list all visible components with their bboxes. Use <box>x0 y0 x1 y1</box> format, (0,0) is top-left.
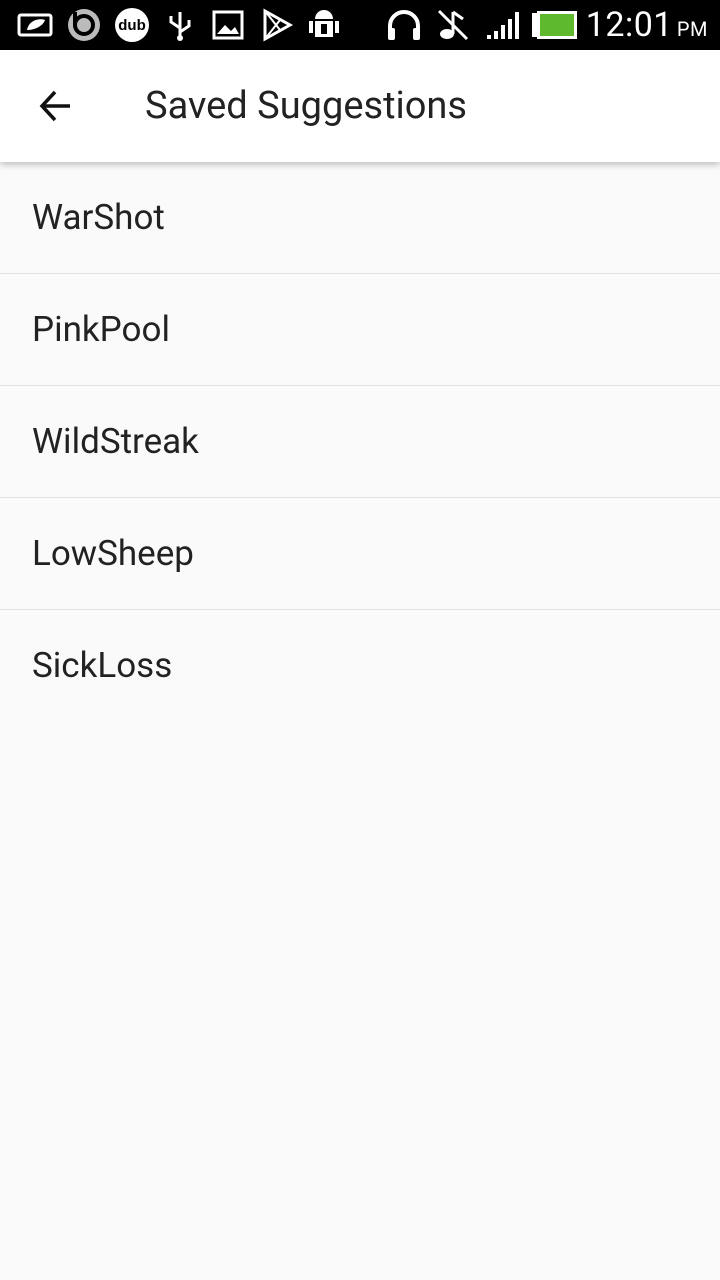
battery-icon <box>530 8 580 42</box>
signal-icon <box>484 8 522 42</box>
page-title: Saved Suggestions <box>145 84 468 128</box>
status-time: 12:01 PM <box>586 0 708 50</box>
list-item[interactable]: WarShot <box>0 162 720 274</box>
music-muted-icon <box>434 8 472 42</box>
play-store-icon <box>258 8 296 42</box>
app-bar: Saved Suggestions <box>0 50 720 162</box>
back-button[interactable] <box>26 78 86 134</box>
list-item[interactable]: PinkPool <box>0 274 720 386</box>
android-debug-icon <box>306 8 342 42</box>
headphones-icon <box>384 8 424 42</box>
list-item[interactable]: LowSheep <box>0 498 720 610</box>
gallery-icon <box>210 8 246 42</box>
ampm-text: PM <box>676 17 708 41</box>
time-text: 12:01 <box>585 5 673 45</box>
arrow-back-icon <box>39 90 70 122</box>
photo-frame-icon <box>14 8 56 42</box>
status-bar: dub 12:01 PM <box>0 0 720 50</box>
svg-text:dub: dub <box>118 17 146 34</box>
list-item[interactable]: SickLoss <box>0 610 720 721</box>
dub-icon: dub <box>110 8 154 42</box>
suggestions-list: WarShot PinkPool WildStreak LowSheep Sic… <box>0 162 720 721</box>
usb-icon <box>164 8 196 42</box>
list-item[interactable]: WildStreak <box>0 386 720 498</box>
beats-icon <box>64 8 104 42</box>
